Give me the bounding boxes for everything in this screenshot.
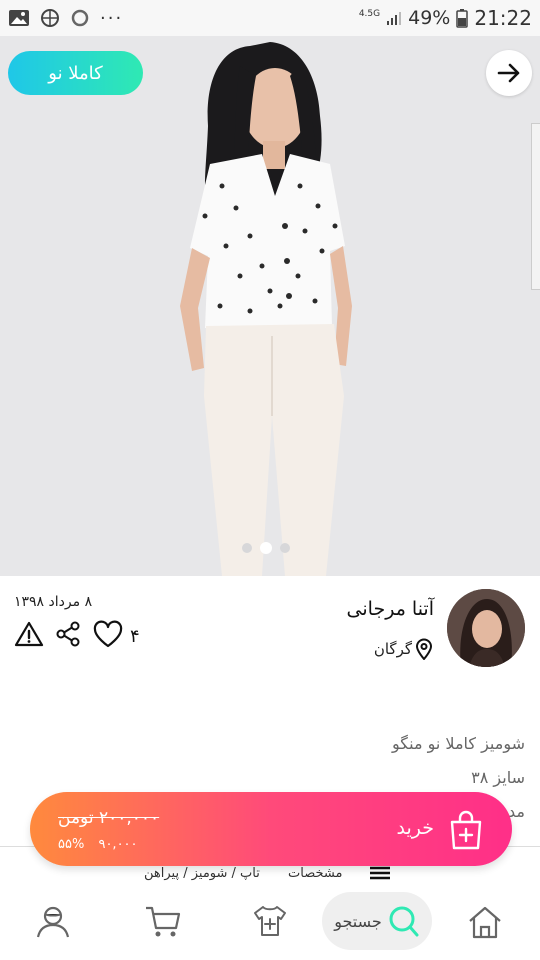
heart-icon bbox=[93, 620, 123, 648]
nav-search-label: جستجو bbox=[334, 911, 382, 931]
seller-city-label: گرگان bbox=[373, 640, 412, 658]
details-label: مشخصات bbox=[288, 866, 343, 881]
discount-percent: ۵۵% bbox=[58, 837, 85, 852]
signal-icon bbox=[386, 10, 402, 26]
shopping-bag-add-icon bbox=[448, 810, 484, 854]
report-button[interactable] bbox=[14, 620, 44, 652]
network-type: 4.5G bbox=[358, 8, 381, 19]
post-actions: ۴ bbox=[14, 620, 140, 652]
bottom-navigation: جستجو bbox=[0, 888, 540, 960]
list-icon bbox=[368, 866, 392, 884]
like-button[interactable] bbox=[92, 620, 124, 652]
warning-icon bbox=[14, 621, 44, 647]
side-panel-handle[interactable] bbox=[531, 123, 540, 290]
carousel-indicator bbox=[242, 542, 290, 554]
nav-home[interactable] bbox=[466, 904, 504, 940]
location-pin-icon bbox=[415, 638, 433, 660]
carousel-dot[interactable] bbox=[242, 543, 252, 553]
condition-badge: کاملا نو bbox=[8, 51, 143, 95]
seller-location: گرگان bbox=[374, 638, 434, 660]
profile-icon bbox=[36, 906, 70, 938]
back-button[interactable] bbox=[486, 50, 532, 96]
nav-profile[interactable] bbox=[34, 904, 72, 940]
share-icon bbox=[56, 621, 80, 647]
seller-avatar[interactable] bbox=[447, 589, 525, 667]
category-path: تاپ / شومیز / پیراهن bbox=[144, 866, 260, 881]
arrow-right-icon bbox=[497, 63, 520, 83]
nav-search[interactable]: جستجو bbox=[322, 892, 432, 950]
product-image-carousel[interactable]: کاملا نو bbox=[0, 36, 540, 576]
cart-icon bbox=[146, 906, 181, 937]
add-clothing-icon bbox=[254, 906, 286, 936]
nav-add-item[interactable] bbox=[251, 904, 289, 938]
final-price: ۹۰,۰۰۰ bbox=[98, 837, 138, 852]
seller-name[interactable]: آتنا مرجانی bbox=[347, 598, 434, 620]
clock: 21:22 bbox=[474, 6, 532, 30]
battery-percent: 49% bbox=[408, 7, 451, 29]
nav-cart[interactable] bbox=[143, 904, 183, 940]
carousel-dot[interactable] bbox=[280, 543, 290, 553]
like-count: ۴ bbox=[130, 625, 140, 647]
original-price: ۲۰۰,۰۰۰ تومن bbox=[58, 808, 160, 828]
battery-icon bbox=[456, 8, 469, 28]
search-icon bbox=[389, 906, 419, 937]
home-icon bbox=[469, 906, 501, 939]
carousel-dot-active[interactable] bbox=[260, 542, 272, 554]
product-photo bbox=[180, 42, 352, 576]
product-title: شومیز کاملا نو منگو bbox=[392, 734, 525, 753]
details-row[interactable]: تاپ / شومیز / پیراهن مشخصات bbox=[0, 866, 540, 884]
sync-icon bbox=[70, 8, 90, 28]
vpn-globe-icon bbox=[40, 8, 60, 28]
share-button[interactable] bbox=[54, 620, 82, 652]
buy-button[interactable]: ۲۰۰,۰۰۰ تومن ۵۵% ۹۰,۰۰۰ خرید bbox=[30, 792, 512, 866]
gallery-icon bbox=[8, 9, 30, 27]
discounted-price: ۵۵% ۹۰,۰۰۰ bbox=[58, 837, 138, 852]
status-bar: ··· 4.5G 49% 21:22 bbox=[0, 0, 540, 36]
buy-label: خرید bbox=[396, 817, 435, 839]
product-size: سایز ۳۸ bbox=[471, 768, 525, 787]
more-notifications-icon: ··· bbox=[100, 7, 124, 29]
post-date: ۸ مرداد ۱۳۹۸ bbox=[14, 594, 93, 610]
